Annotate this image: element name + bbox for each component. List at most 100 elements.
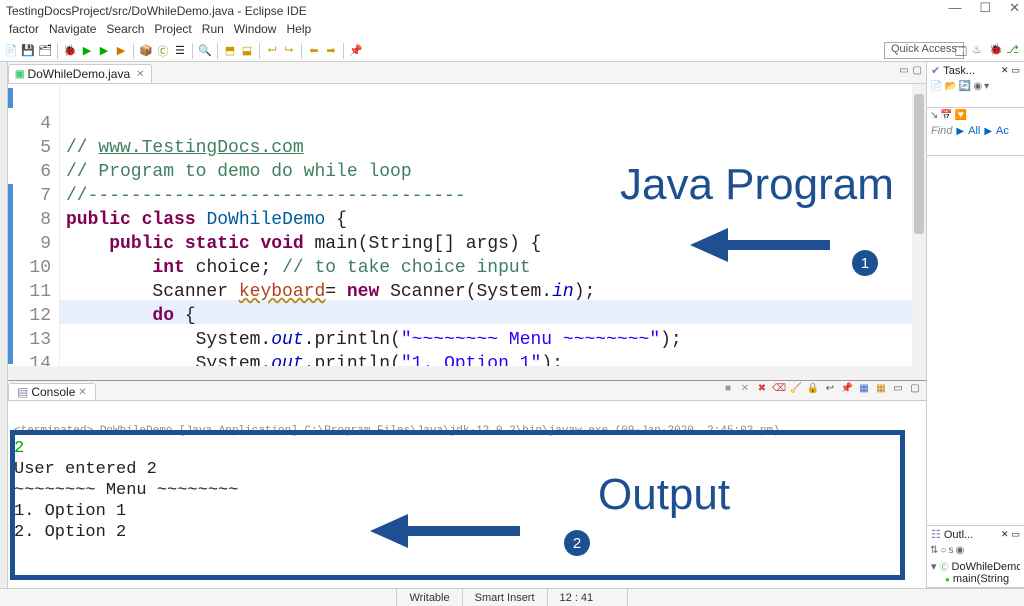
max-console-icon[interactable]: ▢ [908, 383, 922, 394]
task-cat-icon[interactable]: 📂 [944, 81, 956, 92]
code-text: System. [196, 330, 272, 350]
str: "~~~~~~~~ Menu ~~~~~~~~" [401, 330, 660, 350]
sort-icon[interactable]: ⇅ [930, 545, 938, 556]
display-selected-icon[interactable]: ▦ [857, 383, 871, 394]
pin-console-icon[interactable]: 📌 [840, 383, 854, 394]
word-wrap-icon[interactable]: ↩ [823, 383, 837, 394]
nav-icon[interactable]: ↘ [930, 110, 938, 121]
search-icon[interactable]: 🔍 [198, 44, 212, 58]
menu-search[interactable]: Search [103, 22, 147, 40]
min-pane-icon[interactable]: ▭ [1011, 529, 1020, 540]
open-perspective-icon[interactable]: 🗔 [955, 43, 969, 57]
run-icon[interactable]: ▶ [80, 44, 94, 58]
folding-margin [8, 84, 16, 380]
task-menu-icon[interactable]: ▾ [984, 81, 989, 92]
annotation-badge-2: 2 [564, 530, 590, 556]
editor-hscroll[interactable] [8, 366, 912, 380]
cm: // to take choice input [282, 258, 530, 278]
menu-run[interactable]: Run [199, 22, 227, 40]
min-console-icon[interactable]: ▭ [891, 383, 905, 394]
maximize-icon[interactable]: ☐ [979, 0, 991, 16]
maximize-view-icon[interactable]: ▢ [913, 65, 922, 76]
tab-console[interactable]: ▤ Console ✕ [8, 383, 96, 400]
new-package-icon[interactable]: 📦 [139, 44, 153, 58]
tab-dowhiledemo[interactable]: ▣ DoWhileDemo.java ✕ [8, 64, 152, 83]
outline-item-class[interactable]: ▾ Ⓒ DoWhileDemo [931, 560, 1020, 573]
outline-item-main[interactable]: ● main(String [931, 573, 1020, 585]
minimize-icon[interactable]: — [948, 0, 961, 16]
status-insert: Smart Insert [462, 589, 547, 606]
code-text: // Program to demo do while loop [66, 162, 412, 182]
save-icon[interactable]: 💾 [21, 44, 35, 58]
kw: int [152, 258, 184, 278]
toolbar: 📄 💾 🗂 🐞 ▶ ▶ ▶ 📦 Ⓒ ☰ 🔍 ⬒ ⬓ ⮠ ⮡ ⬅ ➡ 📌 Quic… [0, 40, 1024, 62]
close-tab-icon[interactable]: ✕ [136, 69, 144, 80]
new-class-icon[interactable]: Ⓒ [156, 44, 170, 58]
window-titlebar: TestingDocsProject/src/DoWhileDemo.java … [0, 0, 1024, 22]
code-text: Scanner [152, 282, 238, 302]
schedule-icon[interactable]: 📅 [940, 110, 952, 121]
menu-navigate[interactable]: Navigate [46, 22, 99, 40]
open-console-icon[interactable]: ▦ [874, 383, 888, 394]
code-body[interactable]: // www.TestingDocs.com // Program to dem… [60, 84, 926, 380]
java-perspective-icon[interactable]: ♨ [972, 43, 986, 57]
quick-access[interactable]: Quick Access [884, 42, 964, 59]
console-line: User entered 2 [14, 460, 157, 479]
remove-all-icon[interactable]: ⌫ [772, 383, 786, 394]
editor-tab-label: DoWhileDemo.java [27, 67, 130, 81]
code-text: { [174, 306, 196, 326]
code-text: { [325, 210, 347, 230]
filter-icon[interactable]: 🔽 [955, 110, 967, 121]
toggle-icon[interactable]: ⬒ [223, 44, 237, 58]
code-text: //----------------------------------- [66, 186, 466, 206]
terminate-all-icon[interactable]: ✕ [738, 383, 752, 394]
hide-static-icon[interactable]: s [948, 545, 953, 556]
pin-icon[interactable]: 📌 [349, 44, 363, 58]
all-link[interactable]: All [968, 125, 980, 137]
toggle2-icon[interactable]: ⬓ [240, 44, 254, 58]
coverage-icon[interactable]: ▶ [97, 44, 111, 58]
minimize-view-icon[interactable]: ▭ [899, 65, 908, 76]
run-last-icon[interactable]: ▶ [114, 44, 128, 58]
status-bar: Writable Smart Insert 12 : 41 [0, 588, 1024, 606]
remove-launch-icon[interactable]: ✖ [755, 383, 769, 394]
fld: in [552, 282, 574, 302]
menu-refactor[interactable]: factor [6, 22, 42, 40]
forward-icon[interactable]: ➡ [324, 44, 338, 58]
console-output[interactable]: <terminated> DoWhileDemo [Java Applicati… [8, 401, 926, 588]
menu-window[interactable]: Window [231, 22, 280, 40]
git-perspective-icon[interactable]: ⎇ [1006, 43, 1020, 57]
save-all-icon[interactable]: 🗂 [38, 44, 52, 58]
task-new-icon[interactable]: 📄 [930, 81, 942, 92]
close-icon[interactable]: ✕ [1009, 0, 1020, 16]
next-annot-icon[interactable]: ⮡ [282, 44, 296, 58]
annotation-badge-1: 1 [852, 250, 878, 276]
new-icon[interactable]: 📄 [4, 44, 18, 58]
outline-label: main(String [953, 573, 1009, 585]
focus-icon[interactable]: ◉ [955, 545, 964, 556]
close-pane-icon[interactable]: ✕ [1001, 65, 1009, 76]
task-sync-icon[interactable]: 🔄 [959, 81, 971, 92]
hide-fields-icon[interactable]: ○ [940, 545, 946, 556]
code-text: www.TestingDocs.com [98, 138, 303, 158]
editor-vscroll[interactable] [912, 84, 926, 380]
open-type-icon[interactable]: ☰ [173, 44, 187, 58]
find-label[interactable]: Find [931, 125, 952, 137]
debug-perspective-icon[interactable]: 🐞 [989, 43, 1003, 57]
close-tab-icon[interactable]: ✕ [78, 387, 86, 398]
back-icon[interactable]: ⬅ [307, 44, 321, 58]
prev-annot-icon[interactable]: ⮠ [265, 44, 279, 58]
terminate-icon[interactable]: ■ [721, 383, 735, 394]
code-editor[interactable]: 3 456789101112131415 // www.TestingDocs.… [8, 84, 926, 380]
min-pane-icon[interactable]: ▭ [1011, 65, 1020, 76]
activate-link[interactable]: Ac [996, 125, 1009, 137]
menubar[interactable]: factor Navigate Search Project Run Windo… [0, 22, 1024, 40]
task-focus-icon[interactable]: ◉ [973, 81, 982, 92]
close-pane-icon[interactable]: ✕ [1001, 529, 1009, 540]
debug-icon[interactable]: 🐞 [63, 44, 77, 58]
clear-console-icon[interactable]: 🧹 [789, 383, 803, 394]
menu-project[interactable]: Project [151, 22, 194, 40]
menu-help[interactable]: Help [283, 22, 314, 40]
scroll-lock-icon[interactable]: 🔒 [806, 383, 820, 394]
outline-title: Outl... [944, 529, 973, 541]
